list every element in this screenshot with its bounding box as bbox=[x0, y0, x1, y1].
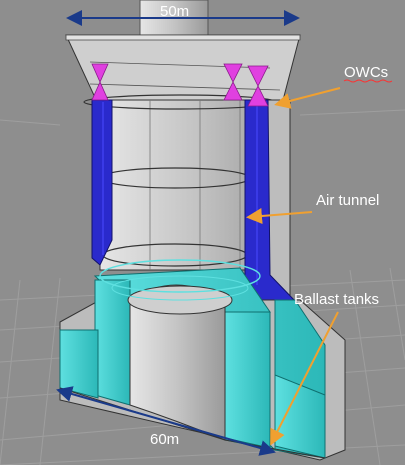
spar-platform-diagram: 50m 60m OWCs Air tunnel Ballast tanks bbox=[0, 0, 405, 465]
ballast-section bbox=[59, 259, 346, 461]
owcs-callout-arrow bbox=[274, 87, 341, 109]
air-tunnel-label: Air tunnel bbox=[316, 192, 379, 209]
diagram-canvas: 50m 60m OWCs Air tunnel Ballast tanks bbox=[0, 0, 405, 465]
top-dimension-label: 50m bbox=[160, 3, 189, 20]
bottom-dimension-label: 60m bbox=[150, 431, 179, 448]
owcs-label: OWCs bbox=[344, 64, 388, 81]
ballast-tanks-label: Ballast tanks bbox=[294, 291, 379, 308]
